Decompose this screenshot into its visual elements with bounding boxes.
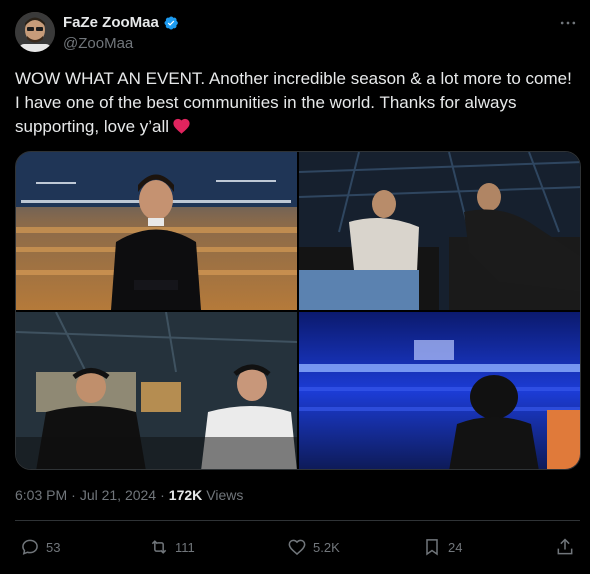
- tweet-meta: 6:03 PM · Jul 21, 2024 · 172K Views: [15, 487, 243, 503]
- views-count: 172K: [168, 487, 203, 503]
- photo-players-headsets[interactable]: [16, 312, 297, 469]
- views-label: Views: [206, 487, 244, 503]
- avatar[interactable]: [15, 12, 55, 52]
- reply-icon: [20, 537, 40, 557]
- reply-count: 53: [46, 539, 61, 555]
- more-options-icon[interactable]: [557, 12, 579, 34]
- name-row: FaZe ZooMaa: [63, 14, 179, 31]
- tweet-time[interactable]: 6:03 PM: [15, 487, 67, 503]
- repost-count: 111: [175, 539, 195, 555]
- tweet-text: WOW WHAT AN EVENT. Another incredible se…: [15, 67, 580, 139]
- meta-separator: ·: [71, 487, 76, 503]
- photo-casters-seated[interactable]: [299, 152, 580, 310]
- repost-icon: [149, 537, 169, 557]
- divider: [15, 520, 580, 521]
- like-icon: [287, 537, 307, 557]
- reply-button[interactable]: 53: [20, 530, 60, 564]
- photo-blue-arena[interactable]: [299, 312, 580, 469]
- bookmark-button[interactable]: 24: [422, 530, 462, 564]
- action-bar: 53 111 5.2K 24: [15, 530, 580, 564]
- heart-icon: [172, 117, 191, 134]
- share-button[interactable]: [555, 530, 575, 564]
- verified-badge-icon: [163, 15, 179, 31]
- tweet-date[interactable]: Jul 21, 2024: [80, 487, 156, 503]
- media-grid[interactable]: [15, 151, 581, 470]
- share-icon: [555, 537, 575, 557]
- meta-separator: ·: [160, 487, 165, 503]
- bookmark-icon: [422, 537, 442, 557]
- like-count: 5.2K: [313, 539, 340, 555]
- like-button[interactable]: 5.2K: [287, 530, 340, 564]
- user-handle[interactable]: @ZooMaa: [63, 35, 133, 52]
- bookmark-count: 24: [448, 539, 463, 555]
- photo-arena-crowd[interactable]: [16, 152, 297, 310]
- tweet-body: WOW WHAT AN EVENT. Another incredible se…: [15, 69, 572, 136]
- repost-button[interactable]: 111: [149, 530, 195, 564]
- display-name[interactable]: FaZe ZooMaa: [63, 14, 159, 31]
- tweet-card: FaZe ZooMaa @ZooMaa WOW WHAT AN EVENT. A…: [0, 0, 590, 574]
